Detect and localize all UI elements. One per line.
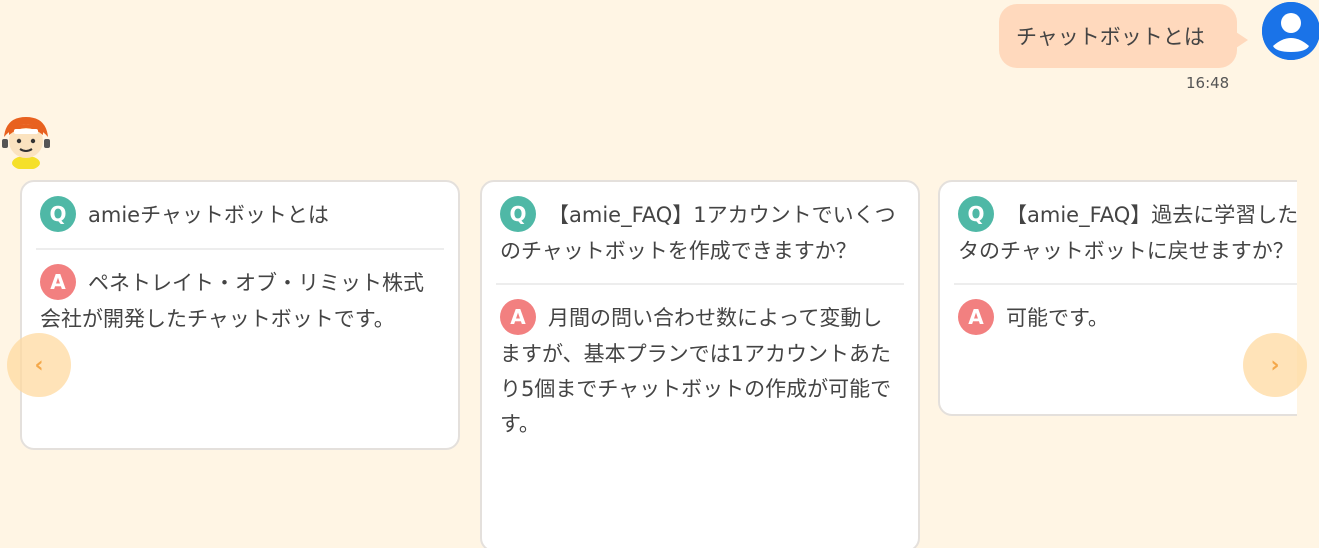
question-badge: Q [40,196,76,232]
answer-text: ペネトレイト・オブ・リミット株式会社が開発したチャットボットです。 [40,271,424,331]
question-text: 【amie_FAQ】過去に学習したデータのチャットボットに戻せますか？ [958,203,1297,263]
question-text: 【amie_FAQ】1アカウントでいくつのチャットボットを作成できますか？ [500,203,896,263]
faq-answer: A ペネトレイト・オブ・リミット株式会社が開発したチャットボットです。 [36,250,444,337]
carousel-next-button[interactable]: › [1243,333,1307,397]
question-badge: Q [958,196,994,232]
message-timestamp: 16:48 [1186,74,1230,92]
faq-answer: A 月間の問い合わせ数によって変動しますが、基本プランでは1アカウントあたり5個ま… [496,285,904,442]
chat-window: チャットボットとは 16:48 Qamieチャットボットとは A ペネトレイト・… [0,0,1319,548]
chevron-right-icon: › [1270,352,1280,378]
chevron-left-icon: ‹ [34,352,44,378]
faq-question: Q 【amie_FAQ】1アカウントでいくつのチャットボットを作成できますか？ [496,196,904,285]
faq-question: Qamieチャットボットとは [36,196,444,250]
user-avatar-icon [1262,2,1319,60]
answer-badge: A [500,299,536,335]
answer-badge: A [40,264,76,300]
faq-card[interactable]: Q 【amie_FAQ】1アカウントでいくつのチャットボットを作成できますか？ A… [480,180,920,548]
carousel-prev-button[interactable]: ‹ [7,333,71,397]
answer-text: 月間の問い合わせ数によって変動しますが、基本プランでは1アカウントあたり5個まで… [500,306,892,436]
user-message-text: チャットボットとは [1016,25,1205,49]
faq-card[interactable]: Q【amie_FAQ】過去に学習したデータのチャットボットに戻せますか？ A 可能… [938,180,1297,416]
faq-question: Q【amie_FAQ】過去に学習したデータのチャットボットに戻せますか？ [954,196,1297,285]
faq-card[interactable]: Qamieチャットボットとは A ペネトレイト・オブ・リミット株式会社が開発したチ… [20,180,460,450]
answer-badge: A [958,299,994,335]
question-badge: Q [500,196,536,232]
faq-carousel: Qamieチャットボットとは A ペネトレイト・オブ・リミット株式会社が開発したチ… [0,178,1297,548]
bot-mascot-icon [0,113,52,170]
faq-answer: A 可能です。 [954,285,1297,337]
question-text: amieチャットボットとは [88,203,329,227]
answer-text: 可能です。 [1006,306,1109,330]
user-message-bubble: チャットボットとは [999,4,1248,68]
